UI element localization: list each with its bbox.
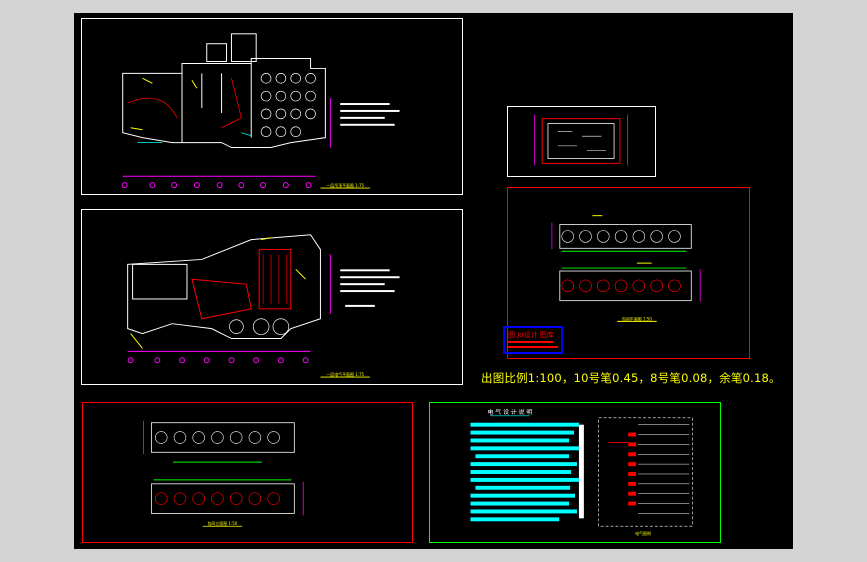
private-rooms-lower-caption: 包间平面图 1:50 — [622, 316, 652, 321]
design-notes-drawing: 电 气 设 计 说 明 电气图例 — [470, 408, 693, 536]
scale-note: 出图比例1:100，10号笔0.45，8号笔0.08，余笔0.18。 — [481, 371, 781, 385]
design-notes-title: 电 气 设 计 说 明 — [488, 408, 533, 416]
floor-plan-2-drawing: 一层电气平面图 1:75 — [127, 234, 400, 378]
detail-sheet-small[interactable] — [507, 106, 656, 177]
floor-plan-sheet-2[interactable]: 一层电气平面图 1:75 — [81, 209, 463, 385]
floor-plan-2-caption: 一层电气平面图 1:75 — [326, 372, 364, 377]
design-notes-sheet[interactable]: 电 气 设 计 说 明 电气图例 — [429, 402, 721, 543]
floor-plan-1-caption: 一层吊顶平面图 1:75 — [326, 183, 364, 188]
private-rooms-sheet-right[interactable]: 包间平面图 1:50 图 Jo设计 图库 — [503, 187, 750, 359]
design-notes-legend-caption: 电气图例 — [635, 531, 651, 536]
floor-plan-sheet-1[interactable]: 一层吊顶平面图 1:75 — [81, 18, 463, 195]
title-block-lines — [508, 341, 553, 343]
detail-small-drawing — [533, 114, 629, 166]
title-block-label: 图 Jo设计 图库 — [508, 331, 554, 339]
title-block: 图 Jo设计 图库 — [503, 326, 563, 354]
drawing-canvas[interactable]: 一层吊顶平面图 1:75 一层电气平面图 1:75 包间平面图 1:50 图 J… — [74, 13, 793, 549]
floor-plan-1-drawing: 一层吊顶平面图 1:75 — [121, 33, 400, 189]
private-rooms-elevation-caption: 包间立面图 1:50 — [207, 521, 237, 526]
title-block-lines-2 — [508, 346, 558, 348]
private-rooms-sheet-bottom[interactable]: 包间立面图 1:50 — [82, 402, 413, 543]
private-rooms-bottom-drawing: 包间立面图 1:50 — [143, 420, 304, 527]
